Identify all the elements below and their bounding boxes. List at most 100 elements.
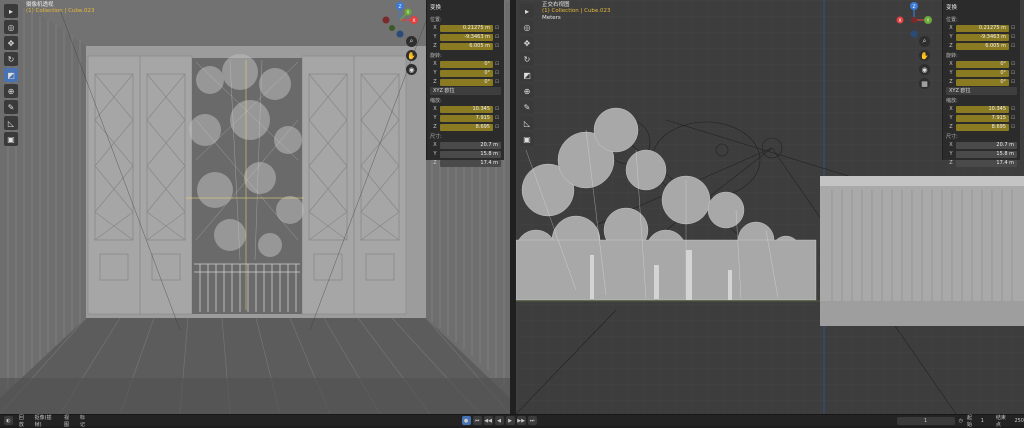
select-cursor-icon[interactable]: ▸	[4, 4, 18, 18]
scale-icon[interactable]: ◩	[4, 68, 18, 82]
record-icon[interactable]: ●	[461, 416, 471, 425]
move-icon[interactable]: ✥	[4, 36, 18, 50]
viewport-nav-buttons: ⌕ ✋ ◉ ▦	[919, 36, 930, 89]
zoom-icon[interactable]: ⌕	[406, 36, 417, 47]
dimension-z-field[interactable]: 17.4 m	[440, 159, 501, 167]
rotation-y-field[interactable]: 0°	[956, 69, 1009, 77]
move-icon[interactable]: ✥	[520, 36, 534, 50]
keying-menu[interactable]: 抠像(插帧)	[35, 414, 58, 428]
lock-icon[interactable]: ⊡	[1009, 115, 1017, 121]
zoom-icon[interactable]: ⌕	[919, 36, 930, 47]
camera-icon[interactable]: ◉	[406, 64, 417, 75]
cursor-icon[interactable]: ◎	[4, 20, 18, 34]
location-z-field[interactable]: 6.005 m	[956, 42, 1009, 50]
rotation-z-field[interactable]: 0°	[440, 78, 493, 86]
transform-icon[interactable]: ⊕	[520, 84, 534, 98]
lock-icon[interactable]: ⊡	[1009, 106, 1017, 112]
start-frame-field[interactable]: 1	[981, 418, 984, 424]
transform-icon[interactable]: ⊕	[4, 84, 18, 98]
panel-header[interactable]: 变换	[430, 2, 501, 14]
add-cube-icon[interactable]: ▣	[520, 132, 534, 146]
panel-header[interactable]: 变换	[946, 2, 1017, 14]
grid-icon[interactable]: ▦	[919, 78, 930, 89]
lock-icon[interactable]: ⊡	[493, 124, 501, 130]
lock-icon[interactable]: ⊡	[493, 106, 501, 112]
lock-icon[interactable]: ⊡	[1009, 34, 1017, 40]
orthographic-right-viewport[interactable]: 正交右视图 (1) Collection | Cube.023 Meters ▸…	[516, 0, 1024, 414]
axis-z-label: Z	[949, 160, 953, 166]
navigation-gizmo[interactable]: X Z Y	[380, 2, 420, 38]
rotation-x-field[interactable]: 0°	[956, 60, 1009, 68]
measure-icon[interactable]: ◺	[4, 116, 18, 130]
lock-icon[interactable]: ⊡	[1009, 61, 1017, 67]
scale-z-field[interactable]: 8.695	[956, 123, 1009, 131]
measure-icon[interactable]: ◺	[520, 116, 534, 130]
dimension-x-field[interactable]: 20.7 m	[956, 141, 1017, 149]
axis-z-label: Z	[433, 79, 437, 85]
select-cursor-icon[interactable]: ▸	[520, 4, 534, 18]
camera-perspective-viewport[interactable]: 摄像机透视 (1) Collection | Cube.023 ▸ ◎ ✥ ↻ …	[0, 0, 510, 414]
dimension-y-field[interactable]: 15.8 m	[956, 150, 1017, 158]
lock-icon[interactable]: ⊡	[493, 61, 501, 67]
rotation-z-field[interactable]: 0°	[956, 78, 1009, 86]
lock-icon[interactable]: ⊡	[493, 43, 501, 49]
scale-icon[interactable]: ◩	[520, 68, 534, 82]
scale-y-field[interactable]: 7.915	[956, 114, 1009, 122]
lock-icon[interactable]: ⊡	[1009, 124, 1017, 130]
current-frame-field[interactable]: 1	[896, 416, 955, 425]
dimension-y-field[interactable]: 15.8 m	[440, 150, 501, 158]
scale-x-field[interactable]: 10.345	[956, 105, 1009, 113]
rotate-icon[interactable]: ↻	[520, 52, 534, 66]
marker-menu[interactable]: 标记	[80, 414, 90, 428]
view-menu[interactable]: 视图	[64, 414, 74, 428]
annotate-icon[interactable]: ✎	[520, 100, 534, 114]
rotation-label: 旋转:	[946, 53, 958, 59]
prev-keyframe-icon[interactable]: ◀◀	[483, 416, 493, 425]
location-z-field[interactable]: 6.005 m	[440, 42, 493, 50]
location-x-field[interactable]: 0.21275 m	[956, 24, 1009, 32]
rotation-y-field[interactable]: 0°	[440, 69, 493, 77]
dimension-x-field[interactable]: 20.7 m	[440, 141, 501, 149]
lock-icon[interactable]: ⊡	[1009, 43, 1017, 49]
play-icon[interactable]: ▶	[505, 416, 515, 425]
axis-x-label: X	[949, 142, 953, 148]
location-y-field[interactable]: -9.3463 m	[956, 33, 1009, 41]
axis-z-label: Z	[433, 43, 437, 49]
navigation-gizmo[interactable]: Y Z X	[894, 2, 934, 38]
lock-icon[interactable]: ⊡	[493, 115, 501, 121]
jump-start-icon[interactable]: ⏮	[472, 416, 482, 425]
rotation-mode-select[interactable]: XYZ 欧拉	[946, 87, 1017, 95]
svg-text:Y: Y	[406, 10, 410, 16]
cursor-icon[interactable]: ◎	[520, 20, 534, 34]
hand-icon[interactable]: ✋	[919, 50, 930, 61]
dimension-z-field[interactable]: 17.4 m	[956, 159, 1017, 167]
lock-icon[interactable]: ⊡	[493, 79, 501, 85]
hand-icon[interactable]: ✋	[406, 50, 417, 61]
play-reverse-icon[interactable]: ◀	[494, 416, 504, 425]
annotate-icon[interactable]: ✎	[4, 100, 18, 114]
rotate-icon[interactable]: ↻	[4, 52, 18, 66]
lock-icon[interactable]: ⊡	[493, 34, 501, 40]
rotation-x-field[interactable]: 0°	[440, 60, 493, 68]
jump-end-icon[interactable]: ⏭	[527, 416, 537, 425]
end-frame-label: 结束点	[995, 414, 1006, 428]
rotation-label: 旋转:	[430, 53, 442, 59]
camera-icon[interactable]: ◉	[919, 64, 930, 75]
scale-x-field[interactable]: 10.345	[440, 105, 493, 113]
scale-z-field[interactable]: 8.695	[440, 123, 493, 131]
end-frame-field[interactable]: 250	[1014, 418, 1024, 424]
lock-icon[interactable]: ⊡	[493, 25, 501, 31]
rotation-mode-select[interactable]: XYZ 欧拉	[430, 87, 501, 95]
lock-icon[interactable]: ⊡	[1009, 25, 1017, 31]
scale-y-field[interactable]: 7.915	[440, 114, 493, 122]
playback-menu[interactable]: 回放	[19, 414, 29, 428]
next-keyframe-icon[interactable]: ▶▶	[516, 416, 526, 425]
lock-icon[interactable]: ⊡	[493, 70, 501, 76]
add-cube-icon[interactable]: ▣	[4, 132, 18, 146]
lock-icon[interactable]: ⊡	[1009, 70, 1017, 76]
axis-x-label: X	[949, 25, 953, 31]
lock-icon[interactable]: ⊡	[1009, 79, 1017, 85]
editor-type-icon[interactable]: ◐	[4, 416, 13, 425]
location-x-field[interactable]: 0.21275 m	[440, 24, 493, 32]
location-y-field[interactable]: -9.3463 m	[440, 33, 493, 41]
